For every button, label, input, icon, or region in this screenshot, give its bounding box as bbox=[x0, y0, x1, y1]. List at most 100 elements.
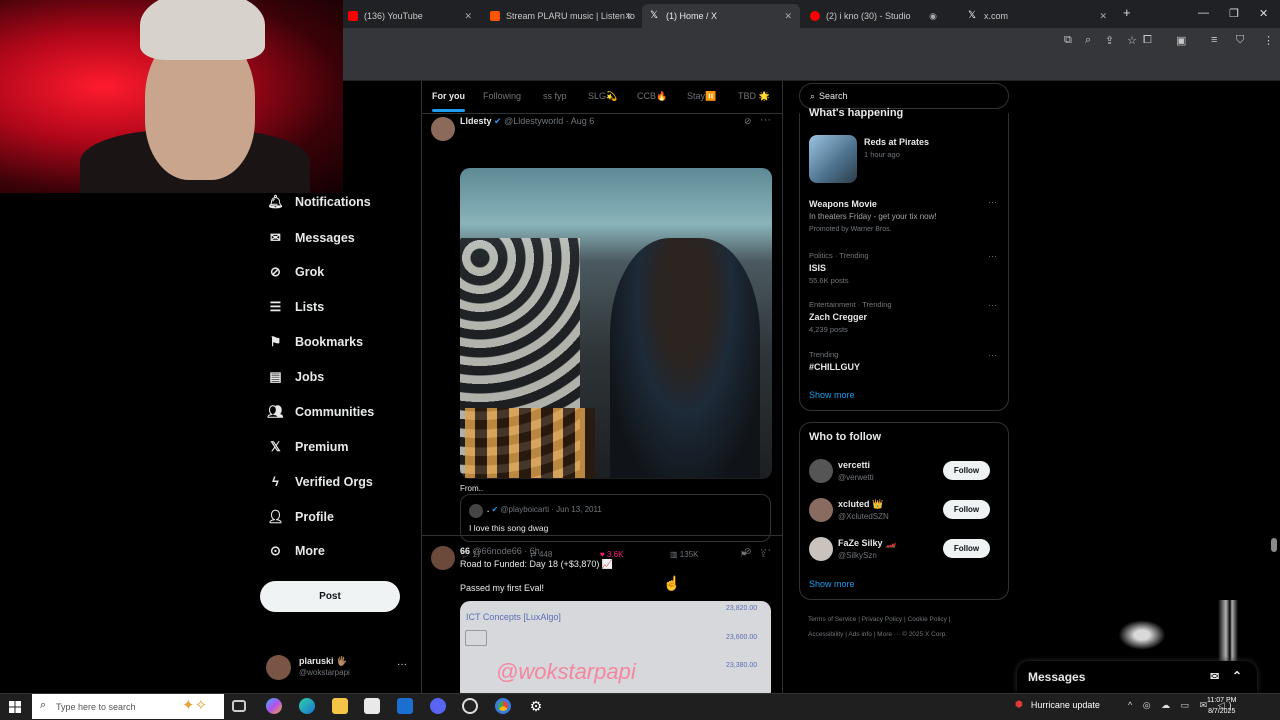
event-thumbnail[interactable] bbox=[809, 135, 857, 183]
post-video[interactable] bbox=[460, 168, 772, 479]
messages-drawer[interactable]: Messages ✉ ⌃ bbox=[1017, 661, 1257, 693]
close-icon[interactable]: ✕ bbox=[624, 11, 632, 22]
account-switcher[interactable]: plaruski 🖐🏽 @wokstarpapi ··· bbox=[266, 654, 416, 682]
grok-icon[interactable]: ⊘ bbox=[744, 116, 752, 127]
follow-name[interactable]: vercetti bbox=[838, 460, 870, 470]
zoom-icon[interactable]: ⌕ bbox=[1085, 34, 1091, 47]
more-icon[interactable]: ··· bbox=[760, 114, 771, 126]
extensions-icon[interactable]: ⧠ bbox=[1143, 34, 1152, 47]
close-icon[interactable]: ✕ bbox=[464, 11, 472, 22]
tab-slg[interactable]: SLG💫 bbox=[588, 91, 617, 102]
chrome-icon[interactable] bbox=[495, 698, 511, 714]
new-tab-button[interactable]: + bbox=[1123, 5, 1131, 20]
nav-bookmarks[interactable]: ⚑ Bookmarks bbox=[268, 334, 363, 349]
nav-communities[interactable]: 👥︎ Communities bbox=[267, 404, 374, 419]
follow-button[interactable]: Follow bbox=[943, 539, 990, 558]
post[interactable]: Lldesty ✔ @Lldestyworld · Aug 6 ⊘ ··· Fr… bbox=[422, 114, 782, 559]
settings-icon[interactable]: ⚙ bbox=[528, 698, 544, 714]
shield-icon[interactable]: ⛉ bbox=[1236, 34, 1244, 47]
post-button[interactable]: Post bbox=[260, 581, 400, 612]
tab-tbd[interactable]: TBD 🌟 bbox=[738, 91, 770, 102]
footer-link[interactable]: Terms of Service bbox=[808, 616, 856, 623]
outlook-icon[interactable] bbox=[397, 698, 413, 714]
trend-name[interactable]: #CHILLGUY bbox=[809, 362, 860, 372]
task-view-icon[interactable] bbox=[232, 700, 246, 712]
nav-messages[interactable]: ✉ Messages bbox=[268, 230, 355, 245]
star-icon[interactable]: ☆ bbox=[1127, 34, 1137, 47]
nav-premium[interactable]: 𝕏 Premium bbox=[268, 439, 348, 454]
tab-stay[interactable]: Stay⏸️ bbox=[687, 91, 716, 102]
close-icon[interactable]: ✕ bbox=[1099, 11, 1107, 22]
maximize-button[interactable]: ❐ bbox=[1229, 7, 1239, 20]
more-icon[interactable]: ··· bbox=[988, 251, 997, 261]
post-author[interactable]: Lldesty bbox=[460, 116, 492, 126]
file-explorer-icon[interactable] bbox=[332, 698, 348, 714]
discord-icon[interactable] bbox=[430, 698, 446, 714]
avatar[interactable] bbox=[809, 498, 833, 522]
avatar[interactable] bbox=[809, 537, 833, 561]
follow-button[interactable]: Follow bbox=[943, 461, 990, 480]
browser-tab[interactable]: (2) i kno (30) - Studio ◉ bbox=[802, 4, 947, 28]
tab-following[interactable]: Following bbox=[483, 91, 521, 101]
quoted-post[interactable]: . ✔ @playboicarti · Jun 13, 2011 I love … bbox=[460, 494, 771, 542]
nav-lists[interactable]: ☰ Lists bbox=[268, 299, 325, 314]
nav-more[interactable]: ⊙ More bbox=[268, 543, 325, 558]
post-handle[interactable]: @Lldestyworld bbox=[504, 116, 563, 126]
screenshot-icon[interactable]: ⧉ bbox=[1064, 34, 1072, 47]
minimize-button[interactable]: — bbox=[1198, 7, 1209, 19]
menu-icon[interactable]: ⋮ bbox=[1263, 34, 1274, 47]
weather-widget[interactable]: ⬢ Hurricane update bbox=[1015, 699, 1100, 710]
grok-icon[interactable]: ⊘ bbox=[744, 546, 752, 557]
browser-tab-active[interactable]: 𝕏 (1) Home / X ✕ bbox=[642, 4, 800, 28]
show-more-link[interactable]: Show more bbox=[809, 390, 855, 400]
follow-name[interactable]: FaZe Silky 🏎️ bbox=[838, 538, 896, 549]
footer-link[interactable]: Privacy Policy bbox=[862, 616, 902, 623]
follow-button[interactable]: Follow bbox=[943, 500, 990, 519]
avatar[interactable] bbox=[431, 546, 455, 570]
close-window-button[interactable]: ✕ bbox=[1259, 7, 1268, 20]
follow-name[interactable]: xcluted 👑 bbox=[838, 499, 883, 510]
browser-tab[interactable]: 𝕏x.com ✕ bbox=[960, 4, 1115, 28]
event-name[interactable]: Reds at Pirates bbox=[864, 137, 929, 147]
browser-tab[interactable]: Stream PLARU music | Listen to ✕ bbox=[482, 4, 640, 28]
footer-link[interactable]: Cookie Policy bbox=[908, 616, 947, 623]
compose-message-icon[interactable]: ✉ bbox=[1210, 670, 1219, 683]
footer-link[interactable]: More ··· bbox=[877, 631, 900, 638]
store-icon[interactable] bbox=[364, 698, 380, 714]
trend-name[interactable]: ISIS bbox=[809, 263, 826, 273]
avatar[interactable] bbox=[431, 117, 455, 141]
nav-profile[interactable]: 👤︎ Profile bbox=[267, 509, 334, 524]
tab-ccb[interactable]: CCB🔥 bbox=[637, 91, 667, 102]
close-icon[interactable]: ✕ bbox=[784, 11, 792, 22]
nav-grok[interactable]: ⊘ Grok bbox=[268, 264, 324, 279]
more-icon[interactable]: ··· bbox=[988, 300, 997, 310]
footer-link[interactable]: Ads info bbox=[848, 631, 872, 638]
nav-verified-orgs[interactable]: ϟ Verified Orgs bbox=[268, 474, 373, 489]
promo-name[interactable]: Weapons Movie bbox=[809, 199, 877, 209]
post-author[interactable]: 66 bbox=[460, 546, 470, 556]
sidepanel-icon[interactable]: ▣ bbox=[1176, 34, 1186, 47]
tab-ss-fyp[interactable]: ss fyp bbox=[543, 91, 567, 101]
taskbar-search-input[interactable]: ⌕ Type here to search ✦✧ bbox=[32, 694, 224, 719]
more-icon[interactable]: ··· bbox=[397, 659, 407, 670]
obs-icon[interactable] bbox=[462, 698, 478, 714]
nav-jobs[interactable]: ▤ Jobs bbox=[268, 369, 324, 384]
edge-icon[interactable] bbox=[299, 698, 315, 714]
footer-link[interactable]: Accessibility bbox=[808, 631, 843, 638]
more-icon[interactable]: ··· bbox=[988, 197, 997, 207]
more-icon[interactable]: ··· bbox=[760, 544, 771, 556]
scrollbar-thumb[interactable] bbox=[1271, 538, 1277, 552]
chevron-up-icon[interactable]: ⌃ bbox=[1232, 669, 1242, 683]
clock[interactable]: 11:07 PM 8/7/2025 bbox=[1207, 695, 1236, 717]
nav-notifications[interactable]: 🔔︎ Notifications bbox=[267, 194, 370, 209]
browser-tab[interactable]: (136) YouTube ✕ bbox=[340, 4, 480, 28]
post[interactable]: 66 @66node66 · 6h ⊘ ··· Road to Funded: … bbox=[422, 537, 782, 693]
post-image[interactable]: ICT Concepts [LuxAlgo] 23,820.00 23,600.… bbox=[460, 601, 771, 693]
trend-name[interactable]: Zach Cregger bbox=[809, 312, 867, 322]
windows-start-icon[interactable] bbox=[9, 701, 21, 713]
post-handle[interactable]: @66node66 bbox=[473, 546, 522, 556]
search-input[interactable]: ⌕ Search bbox=[799, 83, 1009, 109]
share-icon[interactable]: ⇪ bbox=[1105, 34, 1114, 47]
more-icon[interactable]: ··· bbox=[988, 350, 997, 360]
avatar[interactable] bbox=[809, 459, 833, 483]
